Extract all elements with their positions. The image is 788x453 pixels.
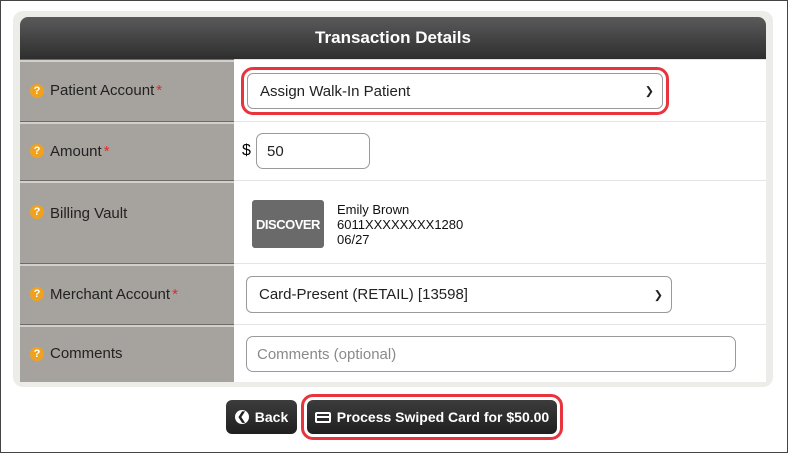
required-marker: * [156, 82, 163, 99]
comments-label: Comments [50, 345, 123, 362]
amount-value-cell: $ 50 [234, 121, 766, 180]
patient-account-label-cell: ? Patient Account * [20, 59, 234, 121]
help-icon[interactable]: ? [30, 346, 44, 361]
credit-card-icon [314, 411, 331, 423]
card-details: Emily Brown 6011XXXXXXXX1280 06/27 [337, 202, 463, 247]
patient-account-select[interactable]: Assign Walk-In Patient ❯ [241, 67, 669, 115]
card-holder: Emily Brown [337, 202, 410, 217]
comments-row: ? Comments Comments (optional) [20, 324, 766, 382]
help-icon[interactable]: ? [30, 287, 44, 301]
merchant-account-row: ? Merchant Account * Card-Present (RETAI… [20, 263, 766, 324]
merchant-account-selected: Card-Present (RETAIL) [13598] [259, 286, 468, 303]
merchant-account-value-cell: Card-Present (RETAIL) [13598] ❯ [234, 263, 766, 324]
amount-label: Amount [50, 142, 102, 160]
chevron-left-icon: ❮ [234, 410, 249, 424]
required-marker: * [103, 142, 110, 160]
merchant-account-label-cell: ? Merchant Account * [20, 263, 234, 324]
back-button[interactable]: ❮ Back [226, 400, 297, 434]
card-brand: DISCOVER [256, 216, 320, 232]
chevron-down-icon: ❯ [653, 289, 663, 301]
patient-account-label: Patient Account [50, 82, 155, 99]
card-number: 6011XXXXXXXX1280 [337, 217, 464, 232]
process-label: Process Swiped Card for $50.00 [336, 409, 550, 425]
merchant-account-select[interactable]: Card-Present (RETAIL) [13598] ❯ [246, 276, 672, 313]
help-icon[interactable]: ? [30, 144, 44, 158]
amount-value: 50 [267, 142, 284, 160]
comments-input[interactable]: Comments (optional) [246, 336, 736, 372]
billing-vault-label: Billing Vault [50, 205, 128, 222]
patient-account-value-cell: Assign Walk-In Patient ❯ [234, 59, 766, 121]
amount-input[interactable]: 50 [256, 133, 370, 169]
required-marker: * [172, 285, 178, 303]
patient-account-row: ? Patient Account * Assign Walk-In Patie… [20, 59, 766, 121]
comments-value-cell: Comments (optional) [234, 324, 766, 382]
billing-vault-value-cell: DISCOVER Emily Brown 6011XXXXXXXX1280 06… [234, 180, 766, 263]
process-swiped-card-button[interactable]: Process Swiped Card for $50.00 [301, 394, 563, 440]
card-expiry: 06/27 [337, 232, 370, 247]
panel-title: Transaction Details [315, 28, 471, 47]
chevron-down-icon: ❯ [644, 85, 654, 98]
help-icon[interactable]: ? [30, 83, 44, 98]
back-label: Back [254, 409, 289, 425]
merchant-account-label: Merchant Account [50, 285, 171, 303]
billing-vault-label-cell: ? Billing Vault [20, 180, 234, 263]
comments-placeholder: Comments (optional) [257, 345, 397, 363]
amount-label-cell: ? Amount * [20, 121, 234, 180]
comments-label-cell: ? Comments [20, 324, 234, 382]
currency-symbol: $ [242, 142, 251, 159]
billing-vault-row: ? Billing Vault DISCOVER Emily Brown 601… [20, 180, 766, 263]
amount-row: ? Amount * $ 50 [20, 121, 766, 180]
discover-card-logo[interactable]: DISCOVER [252, 200, 324, 248]
panel-header: Transaction Details [20, 17, 766, 59]
help-icon[interactable]: ? [30, 205, 44, 219]
patient-account-selected: Assign Walk-In Patient [260, 82, 411, 100]
